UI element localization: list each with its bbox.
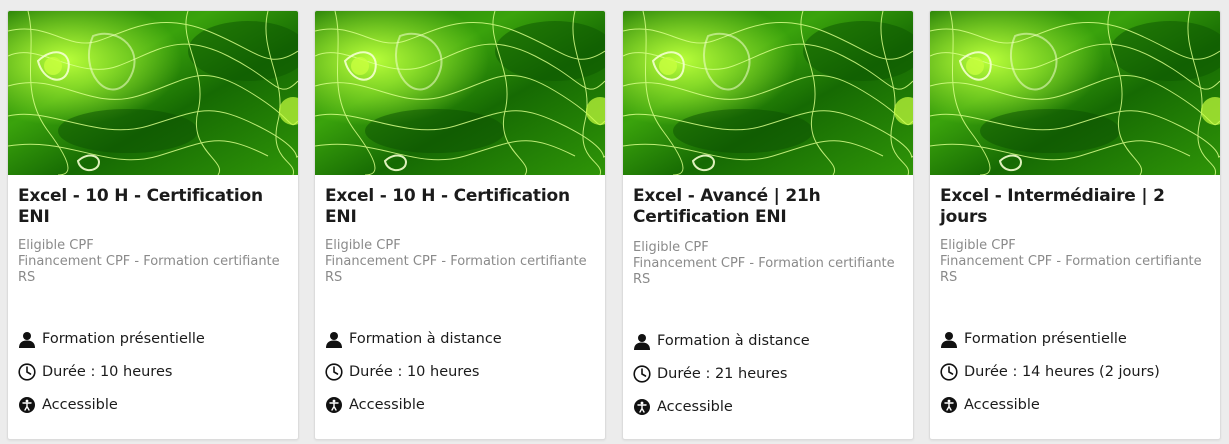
person-icon	[633, 332, 651, 350]
mode-row: Formation présentielle	[940, 329, 1212, 349]
mode-label: Formation à distance	[657, 333, 810, 349]
desc-line: Eligible CPF	[325, 238, 401, 253]
accessibility-label: Accessible	[349, 397, 425, 413]
course-description: Eligible CPF Financement CPF - Formation…	[633, 240, 905, 288]
person-icon	[940, 330, 958, 348]
accessibility-row: Accessible	[325, 395, 597, 415]
accessibility-label: Accessible	[42, 397, 118, 413]
mode-row: Formation présentielle	[18, 329, 290, 349]
course-card[interactable]: Excel - Avancé | 21h Certification ENI E…	[622, 10, 914, 440]
course-image	[8, 11, 298, 175]
accessibility-icon	[18, 396, 36, 414]
course-description: Eligible CPF Financement CPF - Formation…	[18, 238, 290, 286]
accessibility-icon	[325, 396, 343, 414]
accessibility-row: Accessible	[18, 395, 290, 415]
desc-line: Financement CPF - Formation certifiante	[18, 254, 280, 269]
duration-row: Durée : 14 heures (2 jours)	[940, 362, 1212, 382]
desc-line: Eligible CPF	[940, 238, 1016, 253]
desc-line: RS	[940, 270, 958, 285]
duration-row: Durée : 10 heures	[18, 362, 290, 382]
accessibility-row: Accessible	[633, 397, 905, 417]
clock-icon	[18, 363, 36, 381]
desc-line: Financement CPF - Formation certifiante	[633, 256, 895, 271]
mode-row: Formation à distance	[325, 329, 597, 349]
course-title[interactable]: Excel - 10 H - Certification ENI	[325, 186, 597, 228]
accessibility-icon	[633, 398, 651, 416]
desc-line: Eligible CPF	[18, 238, 94, 253]
course-title[interactable]: Excel - 10 H - Certification ENI	[18, 186, 290, 228]
desc-line: Financement CPF - Formation certifiante	[325, 254, 587, 269]
mode-label: Formation à distance	[349, 331, 502, 347]
desc-line: Eligible CPF	[633, 240, 709, 255]
mode-row: Formation à distance	[633, 331, 905, 351]
desc-line: RS	[325, 270, 343, 285]
course-card[interactable]: Excel - 10 H - Certification ENI Eligibl…	[314, 10, 606, 440]
duration-label: Durée : 14 heures (2 jours)	[964, 364, 1160, 380]
accessibility-icon	[940, 396, 958, 414]
duration-label: Durée : 21 heures	[657, 366, 788, 382]
course-card[interactable]: Excel - 10 H - Certification ENI Eligibl…	[7, 10, 299, 440]
course-title[interactable]: Excel - Intermédiaire | 2 jours	[940, 186, 1212, 228]
course-image	[623, 11, 913, 175]
duration-row: Durée : 10 heures	[325, 362, 597, 382]
course-image	[930, 11, 1220, 175]
desc-line: Financement CPF - Formation certifiante	[940, 254, 1202, 269]
accessibility-label: Accessible	[964, 397, 1040, 413]
course-meta: Formation présentielle Durée : 10 heures…	[18, 329, 290, 428]
course-description: Eligible CPF Financement CPF - Formation…	[940, 238, 1212, 286]
clock-icon	[633, 365, 651, 383]
course-meta: Formation présentielle Durée : 14 heures…	[940, 329, 1212, 428]
course-description: Eligible CPF Financement CPF - Formation…	[325, 238, 597, 286]
desc-line: RS	[18, 270, 36, 285]
mode-label: Formation présentielle	[964, 331, 1127, 347]
accessibility-label: Accessible	[657, 399, 733, 415]
person-icon	[325, 330, 343, 348]
accessibility-row: Accessible	[940, 395, 1212, 415]
duration-label: Durée : 10 heures	[349, 364, 480, 380]
person-icon	[18, 330, 36, 348]
mode-label: Formation présentielle	[42, 331, 205, 347]
course-title[interactable]: Excel - Avancé | 21h Certification ENI	[633, 186, 905, 228]
course-image	[315, 11, 605, 175]
course-meta: Formation à distance Durée : 21 heures A…	[633, 331, 905, 430]
clock-icon	[325, 363, 343, 381]
duration-row: Durée : 21 heures	[633, 364, 905, 384]
course-card[interactable]: Excel - Intermédiaire | 2 jours Eligible…	[929, 10, 1221, 440]
course-meta: Formation à distance Durée : 10 heures A…	[325, 329, 597, 428]
clock-icon	[940, 363, 958, 381]
desc-line: RS	[633, 272, 651, 287]
duration-label: Durée : 10 heures	[42, 364, 173, 380]
